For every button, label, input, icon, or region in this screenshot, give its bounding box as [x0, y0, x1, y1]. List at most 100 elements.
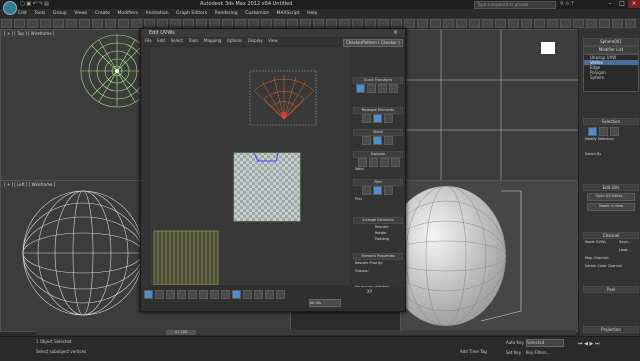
toolbar-button[interactable] [352, 19, 363, 28]
toolbar-button[interactable] [209, 19, 220, 28]
toolbar-button[interactable] [339, 19, 350, 28]
toolbar-button[interactable] [378, 19, 389, 28]
add-time-tag-button[interactable]: Add Time Tag [460, 349, 487, 354]
toolbar-button[interactable] [79, 19, 90, 28]
shrink-button[interactable] [199, 290, 208, 299]
toolbar-button[interactable] [495, 19, 506, 28]
menu-rendering[interactable]: Rendering [215, 11, 238, 16]
toolbar-button[interactable] [391, 19, 402, 28]
toolbar-button[interactable] [560, 19, 571, 28]
select-face-button[interactable] [166, 290, 175, 299]
key-mode-dropdown[interactable]: Selected [526, 339, 564, 347]
toolbar-button[interactable] [14, 19, 25, 28]
key-filters-button[interactable]: Key Filters... [526, 350, 550, 355]
toolbar-button[interactable] [131, 19, 142, 28]
vertex-color-channel-radio[interactable]: Vertex Color Channel [585, 264, 622, 268]
menu-modifiers[interactable]: Modifiers [117, 11, 138, 16]
isolate-button[interactable] [254, 290, 263, 299]
quick-access-toolbar[interactable]: ▢ ▣ ↶ ↷ ▤ [20, 1, 49, 7]
app-logo-icon[interactable] [3, 1, 17, 15]
toolbar-button[interactable] [157, 19, 168, 28]
object-name-field[interactable]: Sphere001 [583, 38, 639, 46]
toolbar-button[interactable] [586, 19, 597, 28]
zoom-button[interactable] [276, 290, 285, 299]
reset-peel-button[interactable] [384, 186, 393, 195]
stitch-button[interactable] [362, 136, 371, 145]
edge-mode-button[interactable] [599, 127, 608, 136]
menu-views[interactable]: Views [74, 11, 87, 16]
toolbar-button[interactable] [248, 19, 259, 28]
edit-uvs-rollout[interactable]: Edit UVs [583, 184, 639, 191]
toolbar-button[interactable] [170, 19, 181, 28]
toolbar-button[interactable] [508, 19, 519, 28]
toolbar-button[interactable] [53, 19, 64, 28]
peel-rollout[interactable]: Peel [583, 286, 639, 293]
straighten-button[interactable] [362, 114, 371, 123]
menu-group[interactable]: Group [53, 11, 67, 16]
toolbar-button[interactable] [482, 19, 493, 28]
uvw-menu-view[interactable]: View [268, 38, 278, 43]
toolbar-button[interactable] [66, 19, 77, 28]
reset-uvws-button[interactable]: Reset UVWs [585, 240, 606, 244]
relax-button[interactable] [373, 114, 382, 123]
toolbar-button[interactable] [599, 19, 610, 28]
uvw-close-button[interactable]: × [393, 29, 398, 36]
menu-tools[interactable]: Tools [34, 11, 45, 16]
arrange-elements-rollout[interactable]: Arrange Elements [353, 217, 403, 224]
playback-controls[interactable]: ⏮ ◀ ▶ ⏭ [578, 341, 599, 347]
viewport-perspective[interactable] [400, 180, 580, 332]
vertex-mode-button[interactable] [588, 127, 597, 136]
flatten-settings-button[interactable] [391, 158, 400, 167]
rotate-checkbox[interactable]: Rotate [375, 231, 386, 235]
open-uv-editor-button[interactable]: Open UV Editor ... [587, 193, 635, 201]
menu-maxscript[interactable]: MAXScript [276, 11, 299, 16]
search-input[interactable]: Type a keyword or phrase [474, 1, 556, 9]
auto-key-button[interactable]: Auto Key [506, 340, 524, 345]
toolbar-button[interactable] [235, 19, 246, 28]
menu-create[interactable]: Create [95, 11, 110, 16]
toolbar-button[interactable] [326, 19, 337, 28]
map-channel-radio[interactable]: Map Channel: [585, 256, 609, 260]
toolbar-button[interactable] [612, 19, 623, 28]
maximize-button[interactable]: □ [616, 0, 628, 8]
toolbar-button[interactable] [196, 19, 207, 28]
toolbar-button[interactable] [118, 19, 129, 28]
toolbar-button[interactable] [417, 19, 428, 28]
load-button[interactable]: Load... [619, 248, 631, 252]
toolbar-button[interactable] [183, 19, 194, 28]
toolbar-button[interactable] [92, 19, 103, 28]
modifier-list-dropdown[interactable]: Modifier List [583, 46, 639, 54]
select-edge-button[interactable] [155, 290, 164, 299]
soft-select-button[interactable] [232, 290, 241, 299]
flip-button[interactable] [389, 84, 398, 93]
toolbar-button[interactable] [534, 19, 545, 28]
select-vertex-button[interactable] [144, 290, 153, 299]
toolbar-button[interactable] [313, 19, 324, 28]
scale-button[interactable] [378, 84, 387, 93]
toolbar-button[interactable] [261, 19, 272, 28]
element-properties-rollout[interactable]: Element Properties [353, 253, 403, 260]
rescale-checkbox[interactable]: Rescale [375, 225, 388, 229]
uv-editor-canvas[interactable] [150, 47, 350, 286]
texture-dropdown[interactable]: CheckerPattern ( Checker ) [343, 39, 403, 47]
uvw-menu-file[interactable]: File [145, 38, 152, 43]
peel-mode-button[interactable] [373, 186, 382, 195]
toolbar-button[interactable] [105, 19, 116, 28]
relax-settings-button[interactable] [384, 114, 393, 123]
toolbar-button[interactable] [222, 19, 233, 28]
set-key-button[interactable]: Set Key [506, 350, 521, 355]
toolbar-button[interactable] [40, 19, 51, 28]
toolbar-button[interactable] [365, 19, 376, 28]
viewport-front[interactable] [400, 29, 580, 181]
uvw-menu-select[interactable]: Select [171, 38, 183, 43]
lock-button[interactable] [243, 290, 252, 299]
pan-button[interactable] [265, 290, 274, 299]
menu-customize[interactable]: Customize [245, 11, 269, 16]
toolbar-button[interactable] [300, 19, 311, 28]
close-button[interactable]: × [628, 0, 640, 8]
menu-animation[interactable]: Animation [146, 11, 169, 16]
projection-rollout[interactable]: Projection [583, 326, 639, 333]
help-icons[interactable]: ⚲ ✩ ? [560, 1, 574, 7]
timeline-slider[interactable]: 0 / 100 [36, 330, 576, 335]
toolbar-button[interactable] [144, 19, 155, 28]
